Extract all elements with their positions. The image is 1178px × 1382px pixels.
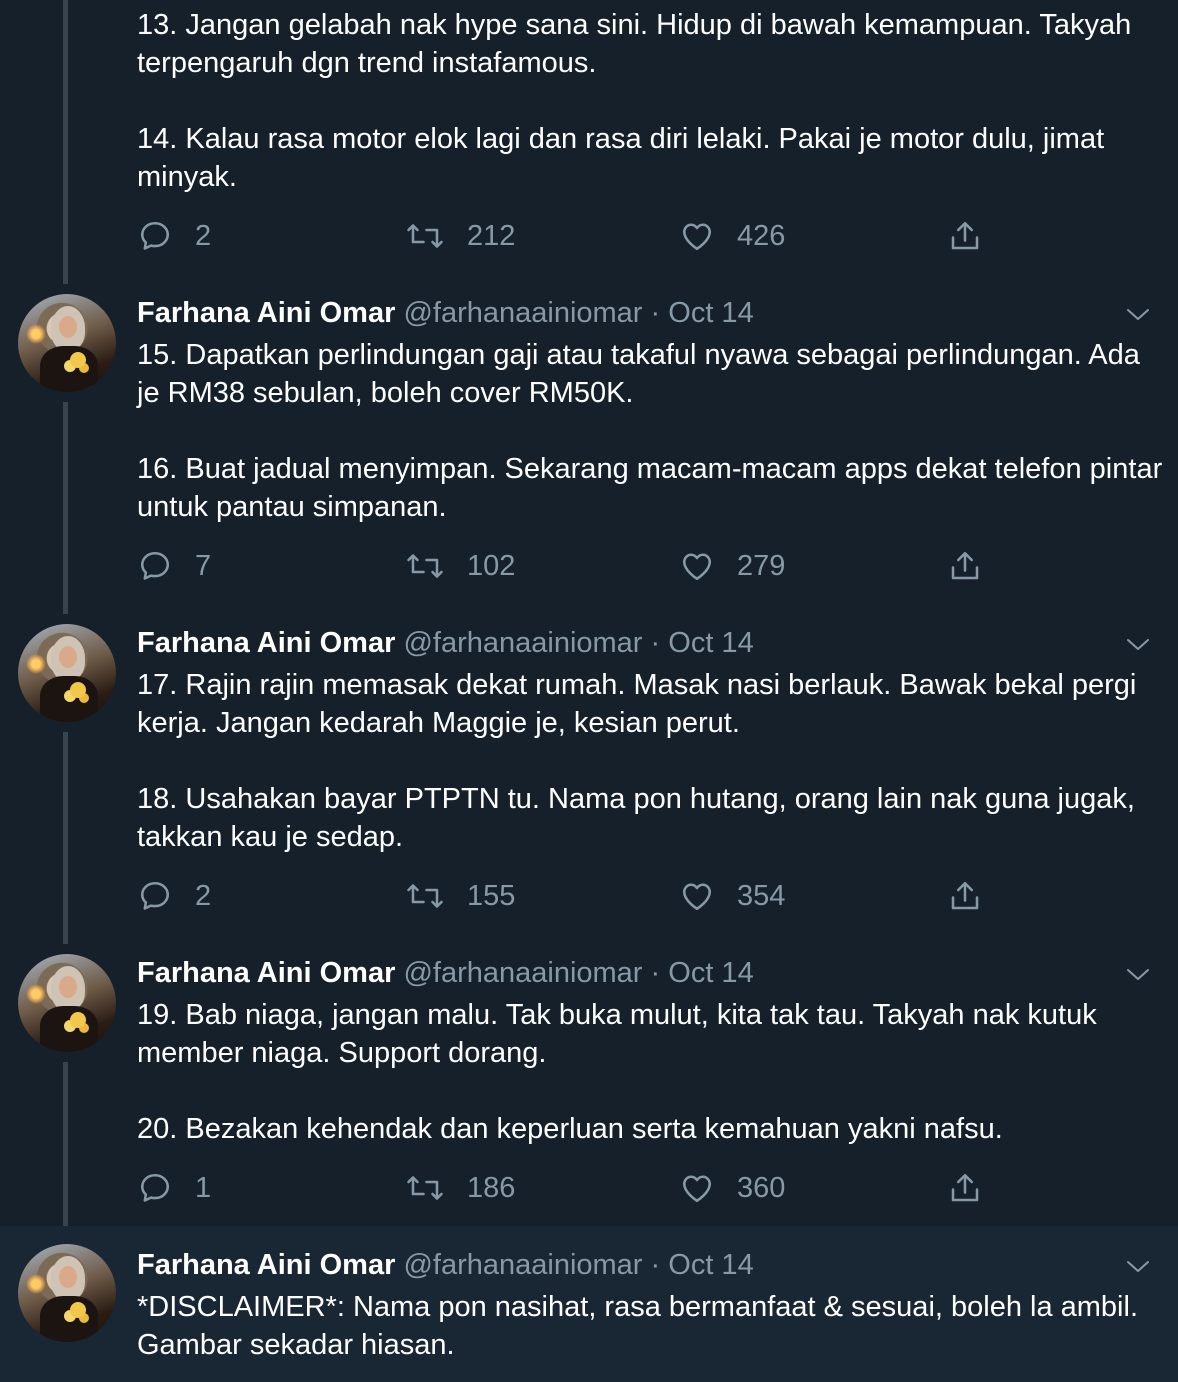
tweet-text: 13. Jangan gelabah nak hype sana sini. H… xyxy=(137,9,1132,193)
like-count: 360 xyxy=(737,1171,786,1204)
like-count: 279 xyxy=(737,549,786,582)
share-button[interactable] xyxy=(947,1168,983,1208)
reply-button[interactable]: 2 xyxy=(137,216,211,256)
reply-button[interactable]: 7 xyxy=(137,546,211,586)
retweet-icon xyxy=(405,218,445,254)
chevron-down-icon[interactable] xyxy=(1126,636,1150,652)
tweet-text: 17. Rajin rajin memasak dekat rumah. Mas… xyxy=(137,669,1137,853)
retweet-count: 186 xyxy=(467,1171,516,1204)
tweet[interactable]: Farhana Aini Omar @farhanaainiomar · Oct… xyxy=(0,944,1178,1226)
like-button[interactable]: 426 xyxy=(679,216,785,256)
reply-icon xyxy=(137,548,173,584)
avatar[interactable] xyxy=(18,294,116,392)
retweet-button[interactable]: 155 xyxy=(405,876,515,916)
reply-icon xyxy=(137,1170,173,1206)
author-name[interactable]: Farhana Aini Omar xyxy=(137,627,395,659)
avatar[interactable] xyxy=(18,954,116,1052)
tweet[interactable]: Farhana Aini Omar @farhanaainiomar · Oct… xyxy=(0,284,1178,614)
author-handle[interactable]: @farhanaainiomar xyxy=(403,627,642,659)
tweet-date[interactable]: Oct 14 xyxy=(668,1249,753,1281)
share-icon xyxy=(947,1170,983,1206)
separator: · xyxy=(650,1249,661,1281)
author-name[interactable]: Farhana Aini Omar xyxy=(137,297,395,329)
author-handle[interactable]: @farhanaainiomar xyxy=(403,957,642,989)
retweet-count: 155 xyxy=(467,879,516,912)
reply-button[interactable]: 1 xyxy=(137,1168,211,1208)
tweet-header: Farhana Aini Omar @farhanaainiomar · Oct… xyxy=(137,956,754,990)
chevron-down-icon[interactable] xyxy=(1126,966,1150,982)
like-icon xyxy=(679,878,715,914)
reply-count: 2 xyxy=(195,879,212,912)
reply-icon xyxy=(137,218,173,254)
author-name[interactable]: Farhana Aini Omar xyxy=(137,957,395,989)
retweet-icon xyxy=(405,1170,445,1206)
tweet-date[interactable]: Oct 14 xyxy=(668,957,753,989)
like-count: 426 xyxy=(737,219,786,252)
tweet-date[interactable]: Oct 14 xyxy=(668,627,753,659)
tweet[interactable]: Farhana Aini Omar @farhanaainiomar · Oct… xyxy=(0,614,1178,944)
reply-icon xyxy=(137,878,173,914)
avatar[interactable] xyxy=(18,1244,116,1342)
chevron-down-icon[interactable] xyxy=(1126,306,1150,322)
avatar[interactable] xyxy=(18,624,116,722)
separator: · xyxy=(650,297,661,329)
tweet[interactable]: 13. Jangan gelabah nak hype sana sini. H… xyxy=(0,0,1178,284)
tweet-header: Farhana Aini Omar @farhanaainiomar · Oct… xyxy=(137,626,754,660)
share-button[interactable] xyxy=(947,216,983,256)
tweet-header: Farhana Aini Omar @farhanaainiomar · Oct… xyxy=(137,296,754,330)
retweet-count: 212 xyxy=(467,219,516,252)
like-button[interactable]: 360 xyxy=(679,1168,785,1208)
tweet-actions: 2 155 354 xyxy=(137,876,1037,916)
tweet-text: 19. Bab niaga, jangan malu. Tak buka mul… xyxy=(137,999,1097,1145)
separator: · xyxy=(650,957,661,989)
retweet-button[interactable]: 102 xyxy=(405,546,515,586)
like-button[interactable]: 279 xyxy=(679,546,785,586)
tweet-text: 15. Dapatkan perlindungan gaji atau taka… xyxy=(137,339,1163,523)
share-icon xyxy=(947,878,983,914)
tweet-actions: 7 102 279 xyxy=(137,546,1037,586)
tweet-text: *DISCLAIMER*: Nama pon nasihat, rasa ber… xyxy=(137,1291,1147,1361)
tweet-header: Farhana Aini Omar @farhanaainiomar · Oct… xyxy=(137,1248,754,1282)
share-button[interactable] xyxy=(947,876,983,916)
like-icon xyxy=(679,218,715,254)
like-button[interactable]: 354 xyxy=(679,876,785,916)
reply-count: 7 xyxy=(195,549,212,582)
tweet-date[interactable]: Oct 14 xyxy=(668,297,753,329)
tweet-actions: 1 186 360 xyxy=(137,1168,1037,1208)
reply-button[interactable]: 2 xyxy=(137,876,211,916)
retweet-button[interactable]: 212 xyxy=(405,216,515,256)
share-icon xyxy=(947,218,983,254)
tweet-actions: 2 212 426 xyxy=(137,216,1037,256)
like-count: 354 xyxy=(737,879,786,912)
separator: · xyxy=(650,627,661,659)
chevron-down-icon[interactable] xyxy=(1126,1258,1150,1274)
reply-count: 2 xyxy=(195,219,212,252)
tweet[interactable]: Farhana Aini Omar @farhanaainiomar · Oct… xyxy=(0,1226,1178,1382)
author-handle[interactable]: @farhanaainiomar xyxy=(403,1249,642,1281)
retweet-button[interactable]: 186 xyxy=(405,1168,515,1208)
retweet-icon xyxy=(405,548,445,584)
author-name[interactable]: Farhana Aini Omar xyxy=(137,1249,395,1281)
like-icon xyxy=(679,548,715,584)
retweet-icon xyxy=(405,878,445,914)
retweet-count: 102 xyxy=(467,549,516,582)
reply-count: 1 xyxy=(195,1171,212,1204)
share-icon xyxy=(947,548,983,584)
author-handle[interactable]: @farhanaainiomar xyxy=(403,297,642,329)
like-icon xyxy=(679,1170,715,1206)
share-button[interactable] xyxy=(947,546,983,586)
